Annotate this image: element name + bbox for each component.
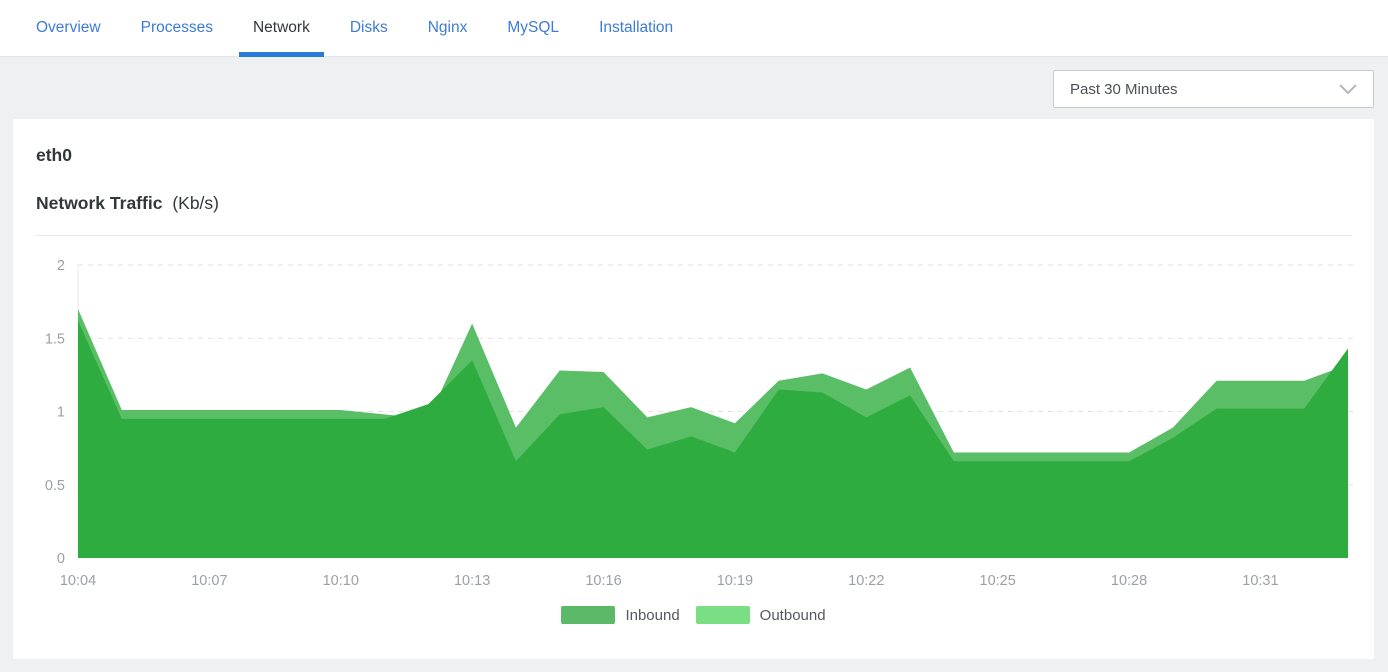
- chart-title-unit: (Kb/s): [172, 193, 219, 213]
- x-axis-tick-label: 10:04: [60, 573, 96, 589]
- tab-overview[interactable]: Overview: [22, 0, 115, 56]
- x-axis-tick-label: 10:13: [454, 573, 490, 589]
- chart-legend: Inbound Outbound: [13, 606, 1374, 624]
- time-range-value: Past 30 Minutes: [1070, 81, 1178, 98]
- divider: [35, 235, 1352, 236]
- tab-disks[interactable]: Disks: [336, 0, 402, 56]
- tab-installation[interactable]: Installation: [585, 0, 687, 56]
- tab-mysql[interactable]: MySQL: [493, 0, 573, 56]
- x-axis-tick-label: 10:22: [848, 573, 884, 589]
- legend-swatch-inbound: [561, 606, 615, 624]
- x-axis-tick-label: 10:16: [585, 573, 621, 589]
- tab-nginx[interactable]: Nginx: [414, 0, 482, 56]
- legend-item-inbound[interactable]: Inbound: [561, 606, 679, 624]
- x-axis-tick-label: 10:10: [323, 573, 359, 589]
- x-axis-tick-label: 10:25: [980, 573, 1016, 589]
- legend-item-outbound[interactable]: Outbound: [696, 606, 826, 624]
- x-axis-tick-label: 10:07: [191, 573, 227, 589]
- traffic-chart[interactable]: 0 0.5 1 1.5 2 10:04 10:07 10:10 10:13 10:16 10:19 1…: [13, 249, 1374, 599]
- tab-processes[interactable]: Processes: [127, 0, 227, 56]
- tab-bar: OverviewProcessesNetworkDisksNginxMySQLI…: [0, 0, 1388, 57]
- y-axis-tick-label: 2: [57, 258, 65, 274]
- chart-title: Network Traffic (Kb/s): [36, 193, 219, 214]
- chart-title-text: Network Traffic: [36, 193, 162, 213]
- interface-title: eth0: [36, 145, 72, 166]
- chevron-down-icon: [1339, 84, 1357, 95]
- legend-swatch-outbound: [696, 606, 750, 624]
- y-axis-tick-label: 1: [57, 405, 65, 421]
- filter-bar: Past 30 Minutes: [0, 57, 1388, 119]
- y-axis-tick-label: 0.5: [45, 478, 65, 494]
- time-range-dropdown[interactable]: Past 30 Minutes: [1053, 70, 1374, 108]
- legend-label: Inbound: [625, 607, 679, 624]
- network-card: eth0 Network Traffic (Kb/s) 0 0.5 1 1.5 2 10:…: [13, 119, 1374, 659]
- x-axis-tick-label: 10:28: [1111, 573, 1147, 589]
- y-axis-tick-label: 1.5: [45, 331, 65, 347]
- legend-label: Outbound: [760, 607, 826, 624]
- x-axis-tick-label: 10:19: [717, 573, 753, 589]
- y-axis-tick-label: 0: [57, 551, 65, 567]
- x-axis-tick-label: 10:31: [1242, 573, 1278, 589]
- tab-network[interactable]: Network: [239, 0, 324, 56]
